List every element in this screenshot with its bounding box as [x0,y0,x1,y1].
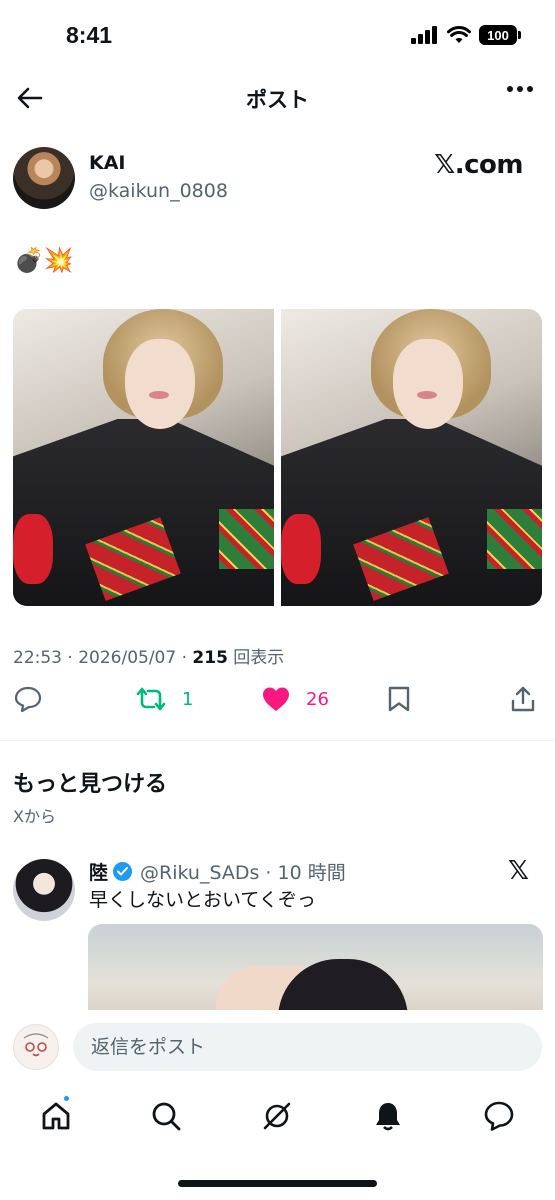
suggested-text: 早くしないとおいてくぞっ [89,889,316,911]
bookmark-icon [388,686,410,712]
post-meta: 22:53 · 2026/05/07 · 215 回表示 [13,643,284,668]
verified-icon [113,862,133,881]
x-logo-icon: 𝕏 [508,856,529,886]
share-icon [511,686,535,712]
retweet-count: 1 [182,688,194,710]
suggested-media[interactable] [88,924,543,1024]
page-title: ポスト [246,88,309,112]
discover-subtitle: Xから [13,807,56,826]
post-text: 💣💥 [14,246,74,274]
tab-notifications[interactable] [370,1098,406,1134]
bell-icon [376,1103,400,1131]
tab-search[interactable] [148,1098,184,1134]
post-photo[interactable] [281,309,542,606]
bookmark-button[interactable] [387,686,411,712]
view-count: 215 [192,648,228,668]
reply-input[interactable] [73,1023,542,1071]
suggested-avatar[interactable] [13,859,75,921]
tab-home[interactable] [38,1098,74,1134]
post-photo[interactable] [13,309,274,606]
home-icon [42,1102,70,1130]
tab-messages[interactable] [481,1098,517,1134]
discover-title: もっと見つける [13,772,168,797]
home-indicator [178,1180,377,1187]
author-handle[interactable]: @kaikun_0808 [89,180,228,202]
post-timestamp: 22:53 · 2026/05/07 · [13,648,193,668]
view-label: 回表示 [227,648,285,668]
wifi-icon [447,26,471,43]
like-button[interactable]: 26 [262,686,329,712]
signal-icon [411,26,437,44]
messages-icon [484,1101,514,1131]
x-com-watermark: 𝕏.com [434,150,523,180]
author-name[interactable]: KAI [89,152,126,174]
suggested-author[interactable]: 陸 [89,858,133,885]
status-icons: 100 [411,25,521,45]
like-count: 26 [306,688,329,710]
search-icon [152,1102,181,1131]
my-avatar[interactable] [13,1024,59,1070]
more-icon[interactable] [507,86,533,92]
reply-button[interactable] [14,686,42,712]
author-avatar[interactable] [13,147,75,209]
grok-icon [263,1102,291,1130]
share-button[interactable] [510,686,536,712]
battery-icon: 100 [479,25,521,45]
status-time: 8:41 [66,22,113,48]
suggested-author-name: 陸 [89,862,109,884]
retweet-icon [136,687,166,711]
reply-icon [14,686,42,712]
tab-grok[interactable] [259,1098,295,1134]
notification-dot [62,1094,71,1103]
divider [0,740,555,741]
retweet-button[interactable]: 1 [136,686,193,712]
suggested-handle: @Riku_SADs · 10 時間 [140,862,346,884]
heart-icon [263,687,289,711]
